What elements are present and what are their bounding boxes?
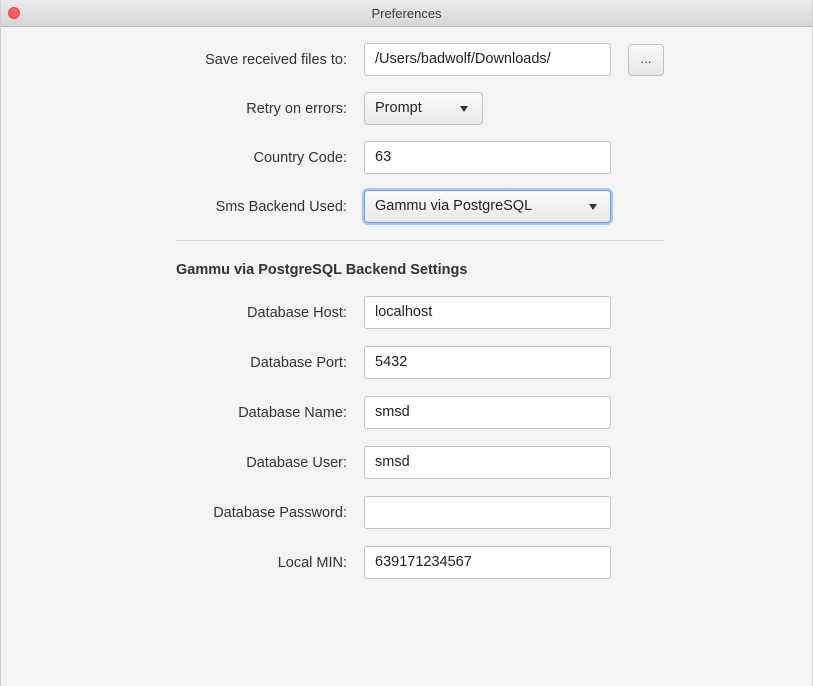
chevron-down-icon [589,204,597,210]
database-password-field[interactable] [364,496,611,529]
title-bar: Preferences [1,0,812,27]
country-code-label: Country Code: [253,150,348,166]
database-password-label: Database Password: [213,505,347,521]
database-port-label: Database Port: [250,355,347,371]
sms-backend-label: Sms Backend Used: [215,199,347,215]
sms-backend-dropdown-value: Gammu via PostgreSQL [375,198,533,214]
country-code-row: Country Code: 63 [1,141,813,175]
database-password-row: Database Password: [1,496,813,530]
database-port-row: Database Port: 5432 [1,346,813,380]
browse-button[interactable]: ... [628,44,664,76]
database-name-row: Database Name: smsd [1,396,813,430]
local-min-field[interactable]: 639171234567 [364,546,611,579]
section-divider [176,240,664,241]
save-location-label: Save received files to: [205,52,347,68]
database-user-row: Database User: smsd [1,446,813,480]
database-name-label: Database Name: [238,405,347,421]
database-user-label: Database User: [246,455,347,471]
sms-backend-dropdown[interactable]: Gammu via PostgreSQL [364,190,611,223]
local-min-row: Local MIN: 639171234567 [1,546,813,580]
preferences-window: Preferences Save received files to: /Use… [0,0,813,686]
chevron-down-icon [460,106,468,112]
database-name-field[interactable]: smsd [364,396,611,429]
retry-dropdown-value: Prompt [375,100,422,116]
database-host-row: Database Host: localhost [1,296,813,330]
retry-row: Retry on errors: Prompt [1,92,813,126]
retry-dropdown[interactable]: Prompt [364,92,483,125]
backend-settings-heading: Gammu via PostgreSQL Backend Settings [176,262,468,278]
window-title: Preferences [371,6,442,21]
sms-backend-row: Sms Backend Used: Gammu via PostgreSQL [1,190,813,224]
country-code-field[interactable]: 63 [364,141,611,174]
database-user-field[interactable]: smsd [364,446,611,479]
retry-label: Retry on errors: [246,101,347,117]
database-host-label: Database Host: [247,305,347,321]
database-host-field[interactable]: localhost [364,296,611,329]
save-location-row: Save received files to: /Users/badwolf/D… [1,43,813,77]
save-location-field[interactable]: /Users/badwolf/Downloads/ [364,43,611,76]
database-port-field[interactable]: 5432 [364,346,611,379]
local-min-label: Local MIN: [277,555,347,571]
